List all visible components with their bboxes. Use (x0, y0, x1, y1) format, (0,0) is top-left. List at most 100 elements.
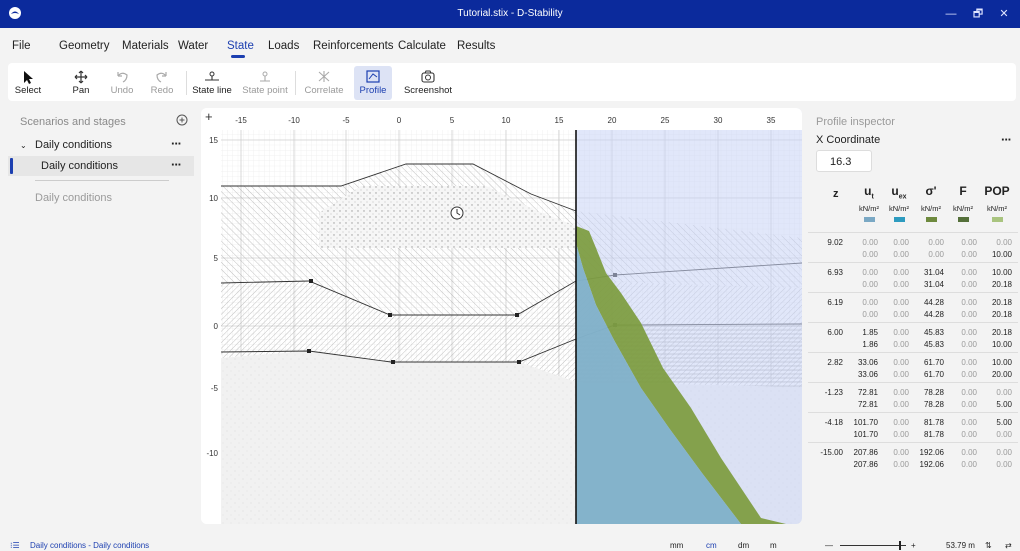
inspector-title: Profile inspector (816, 116, 895, 128)
state-line-icon (205, 71, 219, 81)
y-tick: -10 (206, 449, 218, 458)
scale-readout: 53.79 m (946, 541, 975, 550)
ut-column-header: ut kN/m² (854, 184, 884, 222)
menu-geometry[interactable]: Geometry (59, 40, 110, 52)
x-tick: -15 (235, 116, 247, 125)
zoom-slider-handle[interactable] (899, 541, 901, 550)
active-menu-indicator (231, 55, 245, 58)
inspector-more-button[interactable]: ··· (1001, 132, 1012, 147)
menu-loads[interactable]: Loads (268, 40, 299, 52)
add-scenario-icon[interactable] (176, 114, 188, 126)
undo-button[interactable]: Undo (106, 66, 138, 100)
x-tick: 10 (502, 116, 511, 125)
state-point-button[interactable]: State point (242, 66, 288, 100)
menu-file[interactable]: File (12, 40, 31, 52)
cursor-arrow-icon (24, 71, 33, 84)
screenshot-button[interactable]: Screenshot (400, 66, 456, 100)
y-tick: 15 (209, 136, 218, 145)
x-tick: -5 (342, 116, 350, 125)
correlate-icon (318, 71, 330, 82)
state-line-button[interactable]: State line (191, 66, 233, 100)
scenario-item[interactable]: ⌄ Daily conditions ··· (8, 135, 194, 155)
profile-drawing[interactable]: + -15 -10 -5 0 5 10 15 20 25 30 35 15 10… (201, 108, 802, 524)
menu-state[interactable]: State (227, 40, 254, 52)
window-title: Tutorial.stix - D-Stability (457, 8, 563, 19)
swap-icon[interactable]: ⇄ (1005, 541, 1012, 550)
zoom-in-button[interactable]: + (911, 541, 916, 550)
x-coordinate-input[interactable]: 16.3 (816, 150, 872, 172)
minimize-button[interactable]: — (943, 6, 959, 22)
x-tick: -10 (288, 116, 300, 125)
ribbon-separator (295, 71, 296, 95)
x-tick: 30 (714, 116, 723, 125)
uex-swatch (893, 217, 905, 222)
menu-reinforcements[interactable]: Reinforcements (313, 40, 394, 52)
clock-icon[interactable] (450, 206, 464, 220)
selection-indicator (10, 158, 13, 174)
table-row: 2.82 33.06 0.00 61.70 0.00 10.00 33.06 0.00 61… (808, 352, 1018, 383)
menu-water[interactable]: Water (178, 40, 208, 52)
x-tick: 35 (767, 116, 776, 125)
status-breadcrumb[interactable]: Daily conditions - Daily conditions (30, 541, 149, 550)
menu-materials[interactable]: Materials (122, 40, 169, 52)
x-tick: 5 (450, 116, 455, 125)
table-row: -1.23 72.81 0.00 78.28 0.00 0.00 72.81 0.00 78… (808, 382, 1018, 413)
sigma-swatch (925, 217, 937, 222)
profile-icon (366, 70, 380, 83)
menu-calculate[interactable]: Calculate (398, 40, 446, 52)
table-row: 6.93 0.00 0.00 31.04 0.00 10.00 0.00 0.00 31.0… (808, 262, 1018, 293)
scenario-more-button[interactable]: ··· (171, 136, 182, 151)
geometry-canvas[interactable]: + -15 -10 -5 0 5 10 15 20 25 30 35 15 10… (201, 108, 802, 524)
zoom-slider-track[interactable] (840, 545, 906, 546)
y-axis-strip (201, 108, 221, 524)
z-column-header: z (833, 188, 839, 200)
unit-mm[interactable]: mm (670, 541, 683, 550)
pop-column-header: POP kN/m² (982, 184, 1012, 222)
x-coordinate-label: X Coordinate (816, 134, 881, 146)
x-tick: 25 (661, 116, 670, 125)
zoom-plus-icon[interactable]: + (205, 109, 213, 124)
ut-swatch (863, 217, 875, 222)
table-row: -4.18 101.70 0.00 81.78 0.00 5.00 101.70 0.00… (808, 412, 1018, 443)
state-point-icon (260, 71, 270, 82)
zoom-out-button[interactable]: — (825, 541, 833, 550)
menu-results[interactable]: Results (457, 40, 495, 52)
table-row: 6.19 0.00 0.00 44.28 0.00 20.18 0.00 0.00 44.2… (808, 292, 1018, 323)
table-row: 9.02 0.00 0.00 0.00 0.00 0.00 0.00 0.00 0.00 0.… (808, 232, 1018, 263)
maximize-button[interactable]: 🗗 (970, 6, 986, 22)
stage-label: Daily conditions (35, 192, 113, 204)
profile-button[interactable]: Profile (354, 66, 392, 100)
x-tick: 0 (397, 116, 402, 125)
unit-m[interactable]: m (770, 541, 777, 550)
status-bar: ⁝☰ Daily conditions - Daily conditions m… (0, 537, 1020, 551)
table-row: 6.00 1.85 0.00 45.83 0.00 20.18 1.86 0.00 45.8… (808, 322, 1018, 353)
list-icon[interactable]: ⁝☰ (10, 541, 20, 550)
redo-icon (156, 72, 167, 83)
unit-dm[interactable]: dm (738, 541, 749, 550)
y-tick: 5 (214, 254, 219, 263)
stage-item-selected[interactable]: Daily conditions ··· (8, 156, 194, 176)
menu-bar: File Geometry Materials Water State Load… (0, 28, 1020, 58)
pan-button[interactable]: Pan (65, 66, 97, 100)
sigma-column-header: σ' kN/m² (916, 184, 946, 222)
stage-divider (35, 180, 169, 181)
x-tick: 20 (608, 116, 617, 125)
ribbon-toolbar: Select Pan Undo Redo State line State po… (8, 63, 1016, 101)
close-button[interactable]: ✕ (996, 6, 1012, 22)
uex-column-header: uex kN/m² (884, 184, 914, 222)
unit-cm[interactable]: cm (706, 541, 717, 550)
pop-swatch (991, 217, 1003, 222)
profile-inspector-panel: Profile inspector X Coordinate ··· 16.3 … (808, 108, 1020, 528)
select-button[interactable]: Select (12, 66, 44, 100)
chevron-down-icon[interactable]: ⌄ (20, 141, 27, 150)
stage-label: Daily conditions (41, 160, 119, 172)
stage-more-button[interactable]: ··· (171, 157, 182, 172)
scenarios-title: Scenarios and stages (20, 116, 126, 128)
sort-icon[interactable]: ⇅ (985, 541, 992, 550)
scenario-label: Daily conditions (35, 139, 113, 151)
redo-button[interactable]: Redo (146, 66, 178, 100)
stage-item[interactable]: Daily conditions (8, 188, 194, 208)
f-swatch (957, 217, 969, 222)
scenarios-panel: Scenarios and stages ⌄ Daily conditions … (8, 108, 194, 528)
correlate-button[interactable]: Correlate (301, 66, 347, 100)
